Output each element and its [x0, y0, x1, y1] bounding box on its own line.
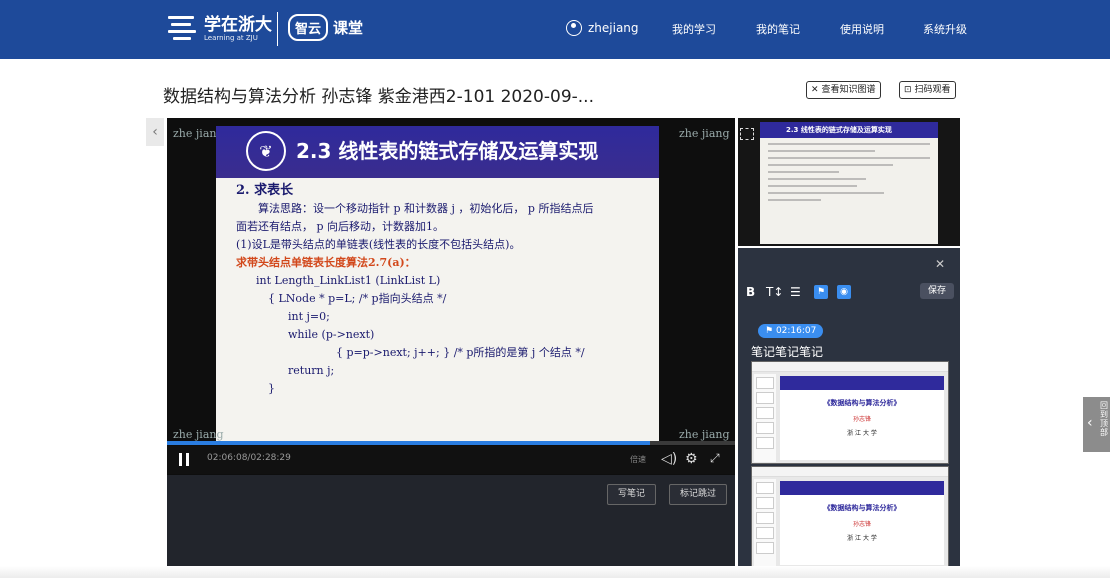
- nav-instructions[interactable]: 使用说明: [840, 21, 884, 37]
- lecture-slide: ❦ 2.3 线性表的链式存储及运算实现 2. 求表长 算法思路：设一个移动指针 …: [216, 126, 659, 443]
- speed-button[interactable]: 倍速: [630, 454, 646, 465]
- write-note-button[interactable]: 写笔记: [607, 484, 657, 505]
- slide-heading: 2.3 线性表的链式存储及运算实现: [296, 139, 599, 163]
- logo-text-cn: 学在浙大: [204, 14, 272, 35]
- slide-line: return j;: [288, 364, 335, 377]
- bold-button[interactable]: B: [746, 285, 755, 299]
- logo-mark-icon: [168, 12, 198, 46]
- thumbnail-slide: 2.3 线性表的链式存储及运算实现: [760, 122, 938, 244]
- thumbnail-heading: 2.3 线性表的链式存储及运算实现: [760, 122, 938, 138]
- save-button[interactable]: 保存: [920, 283, 954, 299]
- pip-icon[interactable]: [740, 128, 754, 140]
- chevron-left-icon: ‹: [1087, 415, 1093, 431]
- slide-line: 求带头结点单链表长度算法2.7(a)：: [236, 256, 416, 269]
- slide-body: 2. 求表长 算法思路：设一个移动指针 p 和计数器 j ，初始化后， p 所指…: [236, 182, 656, 398]
- knowledge-graph-label: 查看知识图谱: [821, 85, 876, 95]
- note-timestamp: 02:16:07: [775, 326, 817, 336]
- shot-author: 孙志锋: [852, 416, 871, 423]
- scan-watch-button[interactable]: ⊡ 扫码观看: [899, 81, 956, 99]
- slide-line: 面若还有结点， p 向后移动，计数器加1。: [236, 220, 445, 233]
- shot-school: 浙 江 大 学: [847, 430, 877, 437]
- slide-line: int Length_LinkList1 (LinkList L): [256, 274, 441, 287]
- zhiyun-badge: 智云: [288, 14, 329, 41]
- knowledge-graph-button[interactable]: ✕ 查看知识图谱: [806, 81, 881, 99]
- slide-line: int j=0;: [288, 310, 330, 323]
- zju-seal-icon: ❦: [246, 131, 286, 171]
- back-to-top-tab[interactable]: ‹ 回到顶部: [1083, 397, 1110, 452]
- shot-title: 《数据结构与算法分析》: [823, 399, 901, 407]
- pause-icon[interactable]: [179, 453, 189, 466]
- flag-icon[interactable]: ⚑: [814, 285, 828, 299]
- slide-line: (1)设L是带头结点的单链表(线性表的长度不包括头结点)。: [236, 238, 521, 251]
- progress-fill: [167, 441, 650, 445]
- slide-line: 算法思路：设一个移动指针 p 和计数器 j ，初始化后， p 所指结点后: [258, 202, 594, 215]
- username: zhejiang: [588, 21, 639, 35]
- slide-line: 2. 求表长: [236, 183, 294, 198]
- watermark-bottom-right: zhe jiang: [679, 428, 730, 441]
- player-controls: 02:06:08/02:28:29 倍速 ◁) ⚙ ⤢: [167, 446, 735, 474]
- note-screenshot[interactable]: 《数据结构与算法分析》 孙志锋 浙 江 大 学: [751, 466, 949, 569]
- user-avatar-icon: [566, 20, 582, 36]
- shot-school: 浙 江 大 学: [847, 535, 877, 542]
- zju-logo[interactable]: 学在浙大 Learning at ZJU: [168, 12, 272, 46]
- nav-my-study[interactable]: 我的学习: [672, 21, 716, 37]
- note-screenshot[interactable]: 《数据结构与算法分析》 孙志锋 浙 江 大 学: [751, 361, 949, 464]
- shot-author: 孙志锋: [852, 521, 871, 528]
- slide-thumbnail[interactable]: 2.3 线性表的链式存储及运算实现: [738, 118, 960, 246]
- zhiyun-logo[interactable]: 智云 课堂: [288, 14, 363, 41]
- settings-gear-icon[interactable]: ⚙: [685, 451, 698, 467]
- nav-system-upgrade[interactable]: 系统升级: [923, 21, 967, 37]
- back-to-top-label: 回到顶部: [1100, 401, 1108, 437]
- page-title: 数据结构与算法分析 孙志锋 紫金港西2-101 2020-09-...: [163, 87, 594, 107]
- progress-bar[interactable]: [167, 441, 735, 445]
- logo-text-en: Learning at ZJU: [204, 33, 258, 42]
- collapse-left-arrow-icon[interactable]: ‹: [146, 118, 164, 146]
- scan-watch-label: 扫码观看: [914, 85, 951, 95]
- text-size-button[interactable]: T↕: [766, 285, 783, 299]
- volume-icon[interactable]: ◁): [661, 451, 677, 467]
- fullscreen-icon[interactable]: ⤢: [710, 451, 720, 466]
- top-navbar: 学在浙大 Learning at ZJU 智云 课堂 zhejiang 我的学习…: [0, 0, 1110, 59]
- watermark-bottom-left: zhe jiang: [173, 428, 224, 441]
- slide-line: }: [268, 382, 275, 395]
- slide-line: { p=p->next; j++; } /* p所指的是第 j 个结点 */: [336, 346, 585, 359]
- bottom-shadow: [0, 566, 1110, 578]
- shot-title: 《数据结构与算法分析》: [823, 504, 901, 512]
- list-button[interactable]: ☰: [790, 285, 801, 299]
- close-icon[interactable]: ✕: [935, 257, 945, 271]
- nav-my-notes[interactable]: 我的笔记: [756, 21, 800, 37]
- slide-line: { LNode * p=L; /* p指向头结点 */: [268, 292, 447, 305]
- slide-line: while (p->next): [288, 328, 375, 341]
- graph-icon: ✕: [811, 85, 819, 95]
- slide-header: ❦ 2.3 线性表的链式存储及运算实现: [216, 126, 659, 178]
- watermark-top-right: zhe jiang: [679, 127, 730, 140]
- note-text: 笔记笔记笔记: [751, 345, 824, 359]
- scan-icon: ⊡: [904, 85, 912, 95]
- camera-icon[interactable]: ◉: [837, 285, 851, 299]
- time-display: 02:06:08/02:28:29: [207, 453, 291, 463]
- note-timestamp-badge[interactable]: ⚑ 02:16:07: [758, 324, 824, 338]
- ketang-text: 课堂: [333, 19, 364, 37]
- mark-skip-button[interactable]: 标记跳过: [669, 484, 728, 505]
- logo-divider: [277, 12, 278, 46]
- user-menu[interactable]: zhejiang: [566, 20, 639, 36]
